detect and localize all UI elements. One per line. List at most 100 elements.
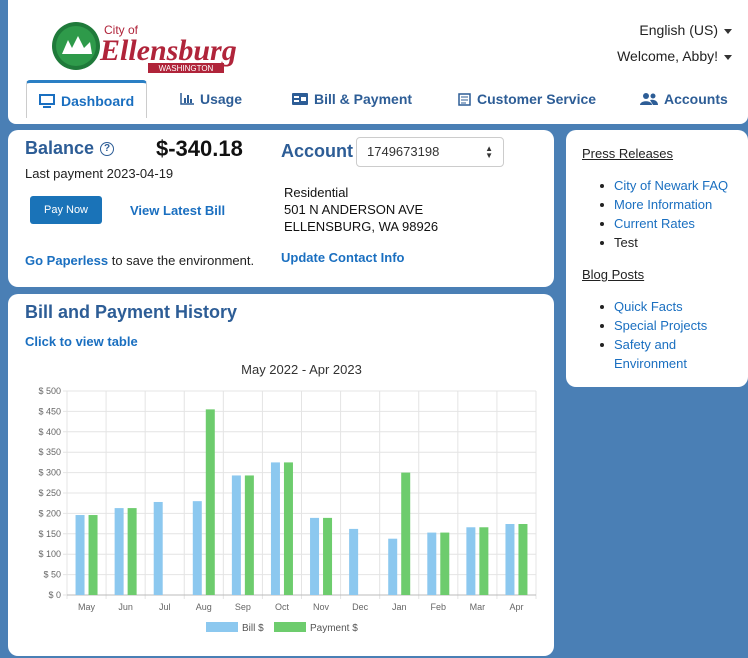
chart-title: May 2022 - Apr 2023: [241, 362, 362, 377]
legend-swatch: [206, 622, 238, 632]
balance-amount: $-340.18: [156, 136, 243, 161]
tab-accounts[interactable]: Accounts: [640, 80, 728, 118]
svg-text:WASHINGTON: WASHINGTON: [159, 64, 214, 73]
history-card: Bill and Payment History Click to view t…: [8, 294, 554, 656]
view-latest-bill-link[interactable]: View Latest Bill: [130, 203, 225, 218]
user-menu[interactable]: Welcome, Abby!: [617, 48, 732, 64]
tab-bill-payment[interactable]: Bill & Payment: [292, 80, 412, 118]
bar-bill: [427, 532, 437, 595]
paperless-text: Go Paperless to save the environment.: [25, 253, 254, 268]
paperless-suffix: to save the environment.: [108, 253, 255, 268]
bar-payment: [518, 524, 528, 595]
bar-payment: [479, 527, 489, 595]
y-tick-label: $ 300: [38, 468, 61, 478]
balance-label: Balance: [25, 138, 95, 158]
city-logo[interactable]: City of Ellensburg WASHINGTON: [48, 18, 258, 76]
x-tick-label: Oct: [275, 602, 290, 612]
tab-label: Accounts: [664, 91, 728, 107]
bill-icon: [292, 93, 308, 105]
blog-item[interactable]: Special Projects: [600, 316, 730, 335]
language-select[interactable]: English (US): [639, 22, 732, 38]
tab-dashboard[interactable]: Dashboard: [26, 80, 148, 118]
press-releases-heading[interactable]: Press Releases: [582, 146, 673, 161]
blog-item[interactable]: Quick Facts: [600, 297, 730, 316]
welcome-label: Welcome, Abby!: [617, 48, 718, 64]
y-tick-label: $ 100: [38, 549, 61, 559]
bill-payment-chart: May 2022 - Apr 2023 $ 0 $ 50 $ 100 $ 150 $ 20…: [38, 362, 537, 634]
blog-list: Quick Facts Special Projects Safety and …: [600, 297, 730, 373]
x-tick-label: Feb: [431, 602, 447, 612]
bar-payment: [283, 462, 293, 595]
x-tick-label: Dec: [352, 602, 369, 612]
bar-bill: [270, 462, 280, 595]
y-tick-label: $ 50: [43, 570, 61, 580]
bar-chart-icon: [180, 93, 194, 105]
press-list: City of Newark FAQ More Information Curr…: [600, 176, 730, 252]
bar-bill: [231, 475, 241, 595]
bar-payment: [127, 508, 137, 595]
balance-card: Balance? $-340.18 Last payment 2023-04-1…: [8, 130, 554, 287]
language-label: English (US): [639, 22, 718, 38]
history-title: Bill and Payment History: [25, 302, 238, 322]
bar-bill: [388, 538, 398, 595]
press-item[interactable]: More Information: [600, 195, 730, 214]
blog-item[interactable]: Safety and Environment: [600, 335, 730, 373]
header-panel: City of Ellensburg WASHINGTON English (U…: [8, 0, 748, 124]
x-tick-label: Jan: [392, 602, 407, 612]
x-tick-label: Mar: [470, 602, 486, 612]
account-type: Residential: [284, 185, 349, 200]
bar-payment: [323, 517, 333, 595]
bar-bill: [310, 517, 320, 595]
press-item[interactable]: Current Rates: [600, 214, 730, 233]
users-icon: [640, 93, 658, 105]
legend-label: Payment $: [310, 623, 358, 634]
x-tick-label: Aug: [196, 602, 212, 612]
chevron-down-icon: [724, 54, 732, 60]
x-tick-label: Jul: [159, 602, 171, 612]
bar-payment: [205, 409, 215, 595]
legend-swatch: [274, 622, 306, 632]
x-tick-label: Jun: [118, 602, 133, 612]
x-tick-label: Nov: [313, 602, 330, 612]
bar-bill: [153, 501, 163, 595]
bar-payment: [401, 472, 411, 595]
account-select[interactable]: 1749673198 ▲ ▼: [356, 137, 504, 167]
chevron-down-icon: [724, 28, 732, 34]
y-tick-label: $ 200: [38, 508, 61, 518]
balance-heading: Balance?: [25, 138, 115, 159]
address-line-1: 501 N ANDERSON AVE: [284, 202, 424, 217]
bar-bill: [75, 515, 85, 595]
press-item: Test: [600, 233, 730, 252]
tab-label: Customer Service: [477, 91, 597, 107]
x-tick-label: May: [78, 602, 96, 612]
update-contact-link[interactable]: Update Contact Info: [281, 250, 405, 265]
account-label: Account: [281, 141, 353, 161]
form-icon: [458, 92, 471, 106]
y-tick-label: $ 250: [38, 488, 61, 498]
tab-label: Usage: [200, 91, 243, 107]
bar-payment: [440, 532, 450, 595]
news-sidebar: Press Releases City of Newark FAQ More I…: [566, 130, 748, 387]
monitor-icon: [39, 93, 55, 108]
view-table-link[interactable]: Click to view table: [25, 334, 138, 349]
tab-usage[interactable]: Usage: [180, 80, 242, 118]
blog-posts-heading[interactable]: Blog Posts: [582, 267, 644, 282]
legend-label: Bill $: [242, 623, 264, 634]
bar-bill: [114, 508, 124, 595]
go-paperless-link[interactable]: Go Paperless: [25, 253, 108, 268]
press-item[interactable]: City of Newark FAQ: [600, 176, 730, 195]
pay-now-button[interactable]: Pay Now: [30, 196, 102, 224]
bar-payment: [244, 475, 254, 595]
y-tick-label: $ 500: [38, 386, 61, 396]
svg-text:Ellensburg: Ellensburg: [99, 34, 237, 67]
tab-label: Bill & Payment: [314, 91, 413, 107]
help-icon[interactable]: ?: [100, 142, 115, 157]
address-line-2: ELLENSBURG, WA 98926: [284, 219, 439, 234]
y-tick-label: $ 450: [38, 406, 61, 416]
last-payment: Last payment 2023-04-19: [25, 166, 174, 181]
tab-customer-service[interactable]: Customer Service: [458, 80, 596, 118]
y-tick-label: $ 0: [48, 590, 61, 600]
bar-bill: [505, 524, 515, 595]
bar-bill: [466, 527, 476, 595]
bar-bill: [192, 501, 202, 595]
